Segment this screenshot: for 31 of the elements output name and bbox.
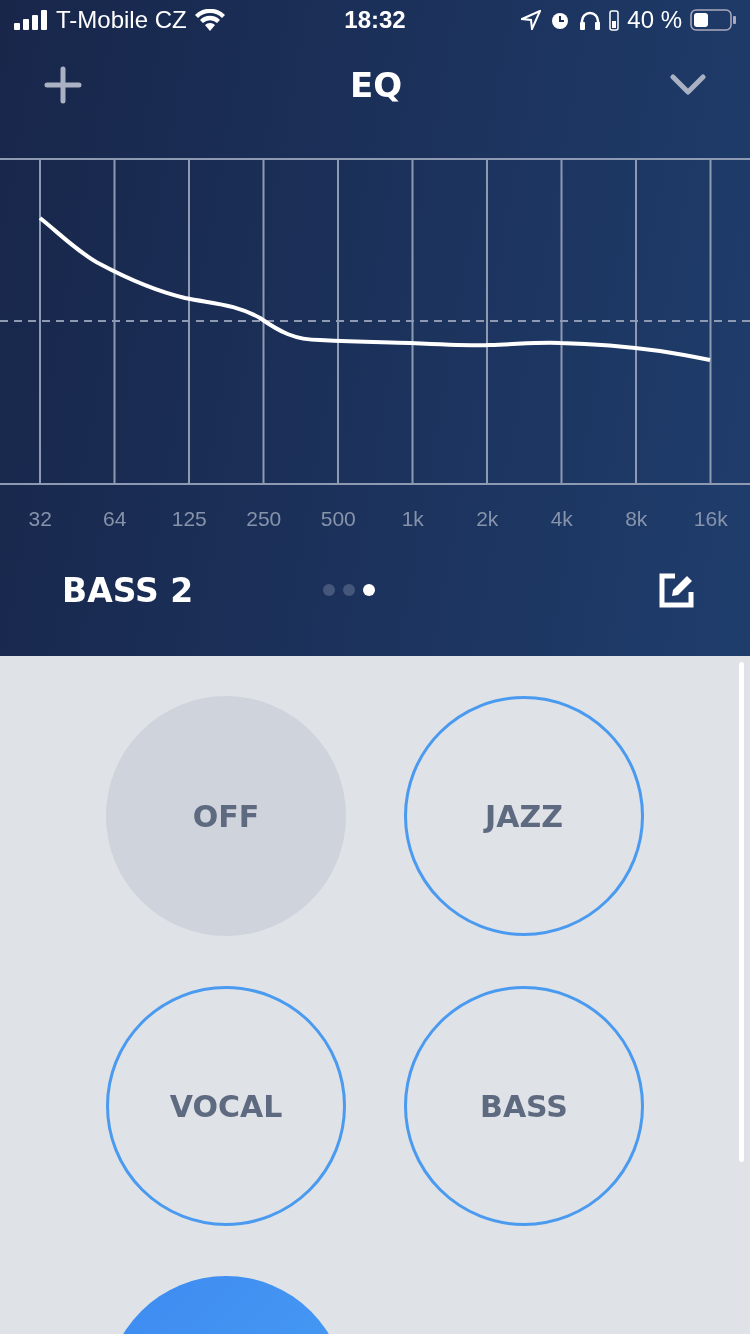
screen-title: EQ: [349, 65, 403, 105]
small-battery-icon: [609, 9, 620, 31]
band-label: 8k: [624, 507, 649, 531]
band-label: 64: [102, 507, 128, 531]
page-dot[interactable]: [343, 584, 355, 596]
collapse-button[interactable]: [670, 74, 706, 96]
preset-button[interactable]: VOCAL: [106, 986, 346, 1226]
band-label: 1k: [400, 507, 425, 531]
band-label: 4k: [549, 507, 574, 531]
band-label: 125: [170, 507, 208, 531]
page-dot[interactable]: [363, 584, 375, 596]
band-label: 32: [27, 507, 53, 531]
battery-percent: 40 %: [627, 6, 682, 34]
clock-time: 18:32: [344, 6, 406, 34]
preset-button[interactable]: OFF: [106, 696, 346, 936]
preset-name: BASS 2: [62, 570, 195, 610]
headphones-icon: [579, 10, 602, 30]
page-dot[interactable]: [323, 584, 335, 596]
preset-button[interactable]: JAZZ: [404, 696, 644, 936]
wifi-icon: [194, 9, 225, 31]
edit-button[interactable]: [658, 571, 696, 609]
signal-icon: [14, 10, 48, 30]
preset-button[interactable]: BASS: [404, 986, 644, 1226]
band-label: 16k: [692, 507, 729, 531]
carrier-name: T-Mobile CZ: [56, 6, 187, 34]
band-label: 2k: [475, 507, 500, 531]
battery-icon: [690, 9, 736, 31]
location-arrow-icon: [521, 10, 542, 30]
band-label: 500: [319, 507, 357, 531]
add-button[interactable]: [44, 66, 82, 104]
band-label: 250: [245, 507, 283, 531]
